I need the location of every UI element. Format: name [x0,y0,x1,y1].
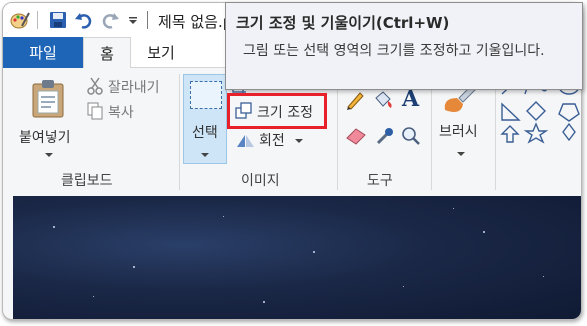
tab-view[interactable]: 보기 [133,37,189,68]
select-button[interactable]: 선택 [183,74,227,164]
color-picker-icon[interactable] [375,126,395,146]
eraser-icon[interactable] [345,126,367,146]
tooltip-body: 그림 또는 선택 영역의 크기를 조정하고 기울입니다. [243,43,545,59]
rotate-label: 회전 [259,133,285,149]
paste-dropdown-caret[interactable] [45,153,53,157]
redo-icon[interactable] [99,9,121,31]
scissors-icon [87,77,103,95]
copy-button[interactable]: 복사 [87,101,147,123]
drawing-canvas[interactable] [13,196,581,319]
group-divider [337,74,338,190]
canvas-star [543,276,544,277]
undo-icon[interactable] [73,9,95,31]
brushes-dropdown-caret[interactable] [457,152,465,156]
group-divider [179,74,180,190]
resize-highlight-box [227,93,327,129]
canvas-star [453,208,454,209]
cut-label: 잘라내기 [108,80,160,96]
magnifier-icon[interactable] [401,126,421,146]
clipboard-icon [32,80,64,118]
clipboard-group-label: 클립보드 [61,173,113,189]
brushes-label: 브러시 [439,124,478,140]
select-dropdown-caret[interactable] [201,153,209,157]
customize-dropdown-icon[interactable] [125,9,141,31]
rotate-dropdown-caret[interactable] [295,139,303,143]
pencil-icon[interactable] [345,90,365,110]
paste-button[interactable]: 붙여넣기 [19,74,79,162]
rotate-button[interactable]: 회전 [235,129,307,151]
canvas-star [133,266,135,268]
canvas-star [93,296,94,297]
group-divider [431,74,432,190]
canvas-star [483,231,485,233]
paint-app-icon[interactable] [9,9,31,31]
tooltip-title: 크기 조정 및 기울이기(Ctrl+W) [236,14,450,32]
resize-tooltip: 크기 조정 및 기울이기(Ctrl+W) 그림 또는 선택 영역의 크기를 조정… [225,2,583,90]
canvas-star [263,301,265,303]
copy-icon [87,102,103,120]
canvas-star [223,216,224,217]
document-title: 제목 없음.p [158,13,233,31]
tab-file[interactable]: 파일 [3,37,83,68]
canvas-star [403,286,404,287]
tab-home[interactable]: 홈 [83,37,131,69]
title-separator [147,11,148,29]
title-divider [33,9,41,31]
rotate-icon [237,135,254,147]
selection-marquee-icon [190,81,222,109]
canvas-star [53,226,55,228]
image-group-label: 이미지 [241,173,280,189]
select-label: 선택 [192,125,218,141]
save-icon[interactable] [47,9,69,31]
fill-bucket-icon[interactable] [373,90,395,110]
copy-label: 복사 [108,105,134,121]
cut-button[interactable]: 잘라내기 [87,76,173,98]
group-divider [495,74,496,190]
paste-label: 붙여넣기 [19,130,71,146]
canvas-star [313,251,315,253]
tools-group-label: 도구 [367,173,393,189]
